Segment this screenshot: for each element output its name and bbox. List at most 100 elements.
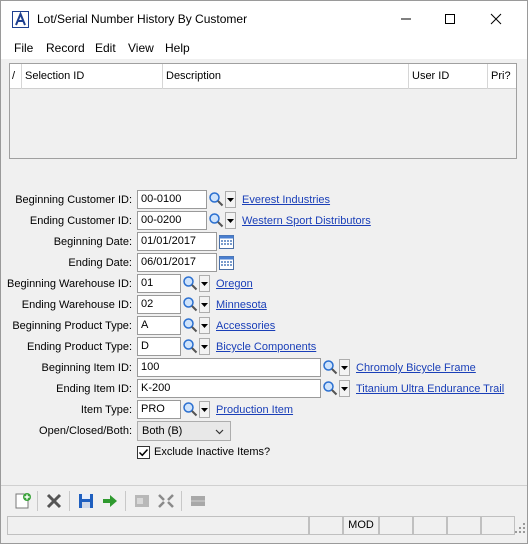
beginning-item-label: Beginning Item ID: — [41, 362, 133, 374]
selection-grid[interactable]: / Selection ID Description User ID Pri? — [9, 63, 517, 159]
item-type-dropdown[interactable] — [199, 401, 210, 418]
open-closed-value: Both (B) — [142, 425, 183, 437]
status-bar: MOD — [1, 516, 527, 535]
item-type-link[interactable]: Production Item — [216, 404, 293, 416]
beginning-item-field[interactable]: 100 — [137, 358, 321, 377]
toolbar-separator — [125, 491, 126, 511]
ending-warehouse-field[interactable]: 02 — [137, 295, 181, 314]
options-icon[interactable] — [188, 492, 208, 510]
new-record-icon[interactable] — [13, 492, 33, 510]
chevron-down-icon — [201, 281, 208, 286]
ending-warehouse-link[interactable]: Minnesota — [216, 299, 267, 311]
status-panel-5 — [447, 516, 481, 535]
ending-product-type-label: Ending Product Type: — [27, 341, 132, 353]
col-selection-id[interactable]: Selection ID — [22, 64, 163, 89]
ending-warehouse-label: Ending Warehouse ID: — [21, 299, 132, 311]
toolbar-separator — [181, 491, 182, 511]
toolbar-separator — [69, 491, 70, 511]
beginning-warehouse-field[interactable]: 01 — [137, 274, 181, 293]
col-print[interactable]: Pri? — [488, 64, 516, 89]
ending-item-link[interactable]: Titanium Ultra Endurance Trail — [356, 383, 504, 395]
beginning-customer-label: Beginning Customer ID: — [15, 194, 132, 206]
ending-customer-link[interactable]: Western Sport Distributors — [242, 215, 371, 227]
beginning-date-label: Beginning Date: — [53, 236, 132, 248]
beginning-warehouse-label: Beginning Warehouse ID: — [7, 278, 132, 290]
open-closed-label: Open/Closed/Both: — [39, 425, 132, 437]
search-icon[interactable] — [208, 191, 224, 207]
beginning-date-field[interactable]: 01/01/2017 — [137, 232, 217, 251]
menu-help[interactable]: Help — [165, 41, 190, 55]
search-icon[interactable] — [208, 212, 224, 228]
menu-file[interactable]: File — [14, 41, 33, 55]
app-logo-icon — [12, 11, 29, 28]
ending-item-label: Ending Item ID: — [56, 383, 132, 395]
search-icon[interactable] — [182, 401, 198, 417]
filter-icon[interactable] — [132, 492, 152, 510]
window-title: Lot/Serial Number History By Customer — [37, 12, 248, 26]
beginning-product-type-link[interactable]: Accessories — [216, 320, 275, 332]
search-icon[interactable] — [182, 296, 198, 312]
close-icon — [490, 13, 502, 25]
ending-warehouse-dropdown[interactable] — [199, 296, 210, 313]
item-type-label: Item Type: — [80, 404, 132, 416]
beginning-warehouse-dropdown[interactable] — [199, 275, 210, 292]
chevron-down-icon — [201, 302, 208, 307]
ending-product-type-field[interactable]: D — [137, 337, 181, 356]
open-closed-select[interactable]: Both (B) — [137, 421, 231, 441]
menu-view[interactable]: View — [128, 41, 154, 55]
beginning-customer-dropdown[interactable] — [225, 191, 236, 208]
beginning-item-dropdown[interactable] — [339, 359, 350, 376]
menu-bar: File Record Edit View Help — [1, 37, 527, 59]
menu-edit[interactable]: Edit — [95, 41, 116, 55]
ending-date-label: Ending Date: — [68, 257, 132, 269]
beginning-warehouse-link[interactable]: Oregon — [216, 278, 253, 290]
col-edit-marker[interactable]: / — [10, 64, 22, 89]
item-type-field[interactable]: PRO — [137, 400, 181, 419]
toolbar-separator — [37, 491, 38, 511]
ending-product-type-dropdown[interactable] — [199, 338, 210, 355]
beginning-item-link[interactable]: Chromoly Bicycle Frame — [356, 362, 476, 374]
maximize-icon — [445, 14, 455, 24]
report-window: Lot/Serial Number History By Customer Fi… — [0, 0, 528, 544]
ending-customer-field[interactable]: 00-0200 — [137, 211, 207, 230]
beginning-product-type-dropdown[interactable] — [199, 317, 210, 334]
exclude-inactive-label: Exclude Inactive Items? — [154, 446, 271, 458]
search-icon[interactable] — [182, 275, 198, 291]
checkmark-icon — [138, 448, 149, 457]
calendar-icon[interactable] — [218, 233, 235, 250]
search-icon[interactable] — [182, 317, 198, 333]
expand-icon[interactable] — [156, 492, 176, 510]
ending-date-field[interactable]: 06/01/2017 — [137, 253, 217, 272]
chevron-down-icon — [201, 323, 208, 328]
delete-icon[interactable] — [44, 492, 64, 510]
chevron-down-icon — [215, 429, 224, 435]
ending-customer-dropdown[interactable] — [225, 212, 236, 229]
chevron-down-icon — [201, 407, 208, 412]
ending-product-type-link[interactable]: Bicycle Components — [216, 341, 316, 353]
minimize-button[interactable] — [383, 1, 429, 37]
status-mode: MOD — [343, 516, 379, 535]
ending-item-field[interactable]: K-200 — [137, 379, 321, 398]
search-icon[interactable] — [182, 338, 198, 354]
close-button[interactable] — [473, 1, 519, 37]
beginning-product-type-field[interactable]: A — [137, 316, 181, 335]
chevron-down-icon — [201, 344, 208, 349]
maximize-button[interactable] — [427, 1, 473, 37]
ending-item-dropdown[interactable] — [339, 380, 350, 397]
col-user-id[interactable]: User ID — [409, 64, 488, 89]
beginning-product-type-label: Beginning Product Type: — [12, 320, 132, 332]
menu-record[interactable]: Record — [46, 41, 85, 55]
process-arrow-icon[interactable] — [100, 492, 120, 510]
exclude-inactive-checkbox[interactable] — [137, 446, 150, 459]
beginning-customer-field[interactable]: 00-0100 — [137, 190, 207, 209]
col-description[interactable]: Description — [163, 64, 409, 89]
search-icon[interactable] — [322, 380, 338, 396]
ending-customer-label: Ending Customer ID: — [29, 215, 132, 227]
calendar-icon[interactable] — [218, 254, 235, 271]
beginning-customer-link[interactable]: Everest Industries — [242, 194, 330, 206]
grid-header: / Selection ID Description User ID Pri? — [10, 64, 516, 89]
save-icon[interactable] — [76, 492, 96, 510]
status-message-panel — [7, 516, 309, 535]
resize-grip-icon[interactable] — [515, 523, 525, 533]
search-icon[interactable] — [322, 359, 338, 375]
